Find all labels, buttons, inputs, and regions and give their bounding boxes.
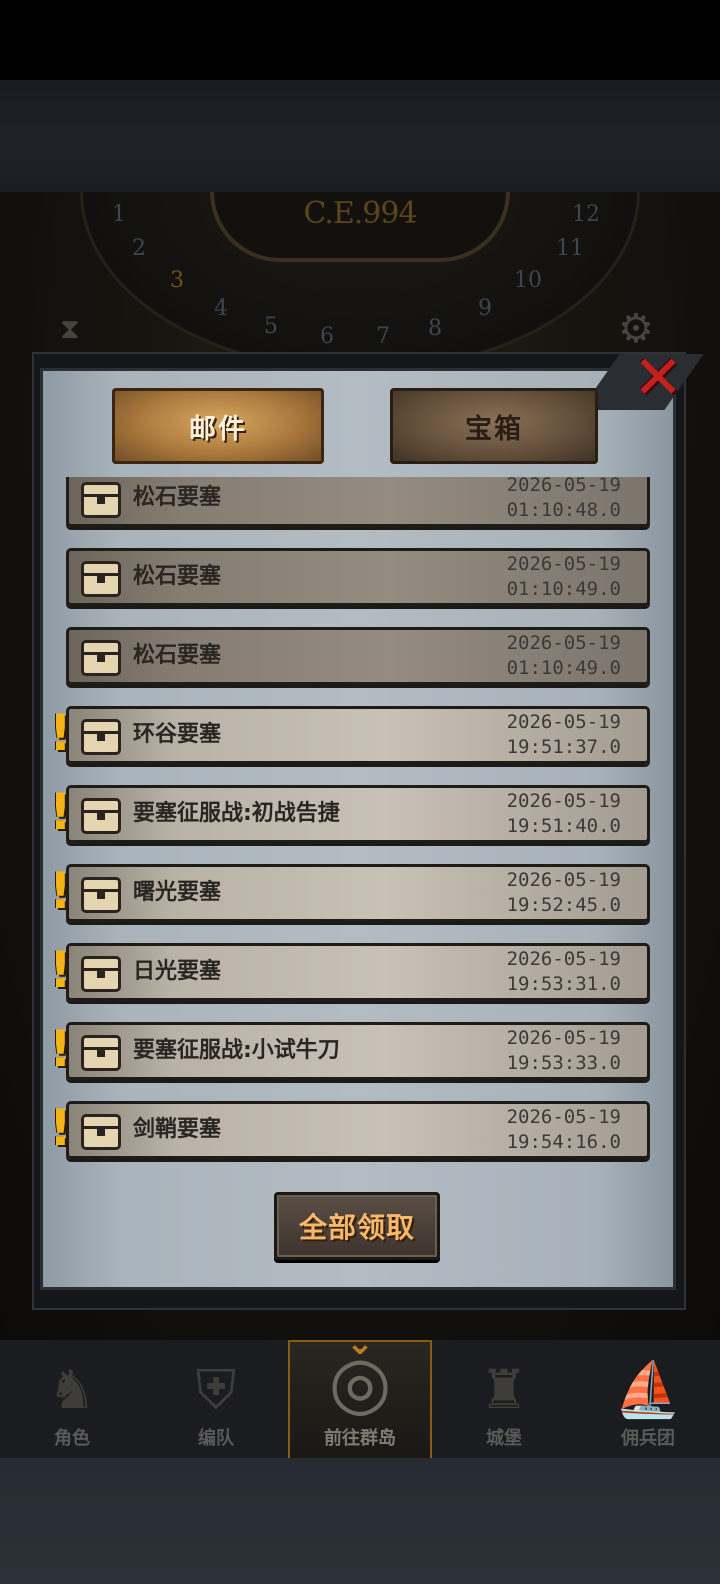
tab-chest[interactable]: 宝箱 [390, 388, 598, 464]
nav-item-character[interactable]: ♞ 角色 [0, 1340, 144, 1458]
mail-date: 2026-05-19 [506, 1027, 621, 1049]
treasure-chest-icon [75, 869, 125, 919]
mail-title: 曙光要塞 [133, 880, 222, 905]
nav-label: 编队 [198, 1428, 234, 1449]
mail-title: 日光要塞 [133, 959, 222, 984]
mail-time: 19:51:37.0 [506, 736, 621, 758]
close-icon[interactable]: ✕ [628, 348, 688, 408]
mail-title: 松石要塞 [133, 643, 222, 668]
treasure-chest-icon [75, 790, 125, 840]
nav-label: 城堡 [486, 1428, 522, 1449]
mail-title: 松石要塞 [133, 485, 222, 510]
mail-item-unread[interactable]: ! 环谷要塞 2026-05-19 19:51:37.0 [49, 705, 650, 764]
status-bar-area [0, 0, 720, 80]
mail-item[interactable]: 松石要塞 2026-05-19 01:10:48.0 [66, 477, 650, 527]
mail-title: 环谷要塞 [133, 722, 222, 747]
exclamation-icon: ! [49, 1099, 72, 1157]
mail-date: 2026-05-19 [506, 869, 621, 891]
nav-item-mercenary[interactable]: ⛵ 佣兵团 [576, 1340, 720, 1458]
castle-icon: ♜ [479, 1358, 529, 1421]
treasure-chest-icon [75, 477, 125, 524]
treasure-chest-icon [75, 632, 125, 682]
mail-item[interactable]: 松石要塞 2026-05-19 01:10:49.0 [66, 627, 650, 685]
mail-item-unread[interactable]: ! 曙光要塞 2026-05-19 19:52:45.0 [49, 863, 650, 922]
mail-time: 01:10:48.0 [506, 499, 621, 521]
mail-time: 19:52:45.0 [506, 894, 621, 916]
mail-date: 2026-05-19 [506, 948, 621, 970]
mail-item-unread[interactable]: ! 日光要塞 2026-05-19 19:53:31.0 [49, 942, 650, 1001]
mail-time: 19:54:16.0 [506, 1131, 621, 1153]
mail-time: 19:53:31.0 [506, 973, 621, 995]
mail-title: 要塞征服战:初战告捷 [133, 801, 340, 826]
treasure-chest-icon [75, 553, 125, 603]
mail-date: 2026-05-19 [506, 790, 621, 812]
nav-label: 前往群岛 [324, 1428, 396, 1449]
exclamation-icon: ! [49, 941, 72, 999]
treasure-chest-icon [75, 1027, 125, 1077]
mail-date: 2026-05-19 [506, 632, 621, 654]
mail-list[interactable]: 松石要塞 2026-05-19 01:10:48.0 松石要塞 2026-05-… [44, 477, 672, 1177]
mail-item-unread[interactable]: ! 剑鞘要塞 2026-05-19 19:54:16.0 [49, 1100, 650, 1159]
tab-mail[interactable]: 邮件 [112, 388, 324, 464]
claim-all-button[interactable]: 全部领取 [274, 1192, 440, 1260]
treasure-chest-icon [75, 711, 125, 761]
nav-item-formation[interactable]: ⛨ 编队 [144, 1340, 288, 1458]
treasure-chest-icon [75, 1106, 125, 1156]
mail-date: 2026-05-19 [506, 553, 621, 575]
ship-icon: ⛵ [614, 1358, 682, 1421]
nav-label: 角色 [54, 1428, 90, 1449]
mail-time: 19:53:33.0 [506, 1052, 621, 1074]
mail-time: 01:10:49.0 [506, 657, 621, 679]
mail-item-unread[interactable]: ! 要塞征服战:初战告捷 2026-05-19 19:51:40.0 [49, 784, 650, 843]
mail-date: 2026-05-19 [506, 1106, 621, 1128]
mail-time: 19:51:40.0 [506, 815, 621, 837]
exclamation-icon: ! [49, 1020, 72, 1078]
mail-date: 2026-05-19 [506, 477, 621, 496]
nav-label: 佣兵团 [621, 1428, 675, 1449]
mail-item-unread[interactable]: ! 要塞征服战:小试牛刀 2026-05-19 19:53:33.0 [49, 1021, 650, 1080]
mail-item[interactable]: 松石要塞 2026-05-19 01:10:49.0 [66, 548, 650, 606]
treasure-chest-icon [75, 948, 125, 998]
mail-date: 2026-05-19 [506, 711, 621, 733]
helmet-icon: ⛨ [195, 1358, 237, 1421]
mail-time: 01:10:49.0 [506, 578, 621, 600]
mail-title: 剑鞘要塞 [133, 1117, 222, 1142]
knight-icon: ♞ [47, 1358, 97, 1421]
exclamation-icon: ! [49, 704, 72, 762]
exclamation-icon: ! [49, 862, 72, 920]
mail-title: 松石要塞 [133, 564, 222, 589]
exclamation-icon: ! [49, 783, 72, 841]
mail-title: 要塞征服战:小试牛刀 [133, 1038, 340, 1063]
nav-item-castle[interactable]: ♜ 城堡 [432, 1340, 576, 1458]
